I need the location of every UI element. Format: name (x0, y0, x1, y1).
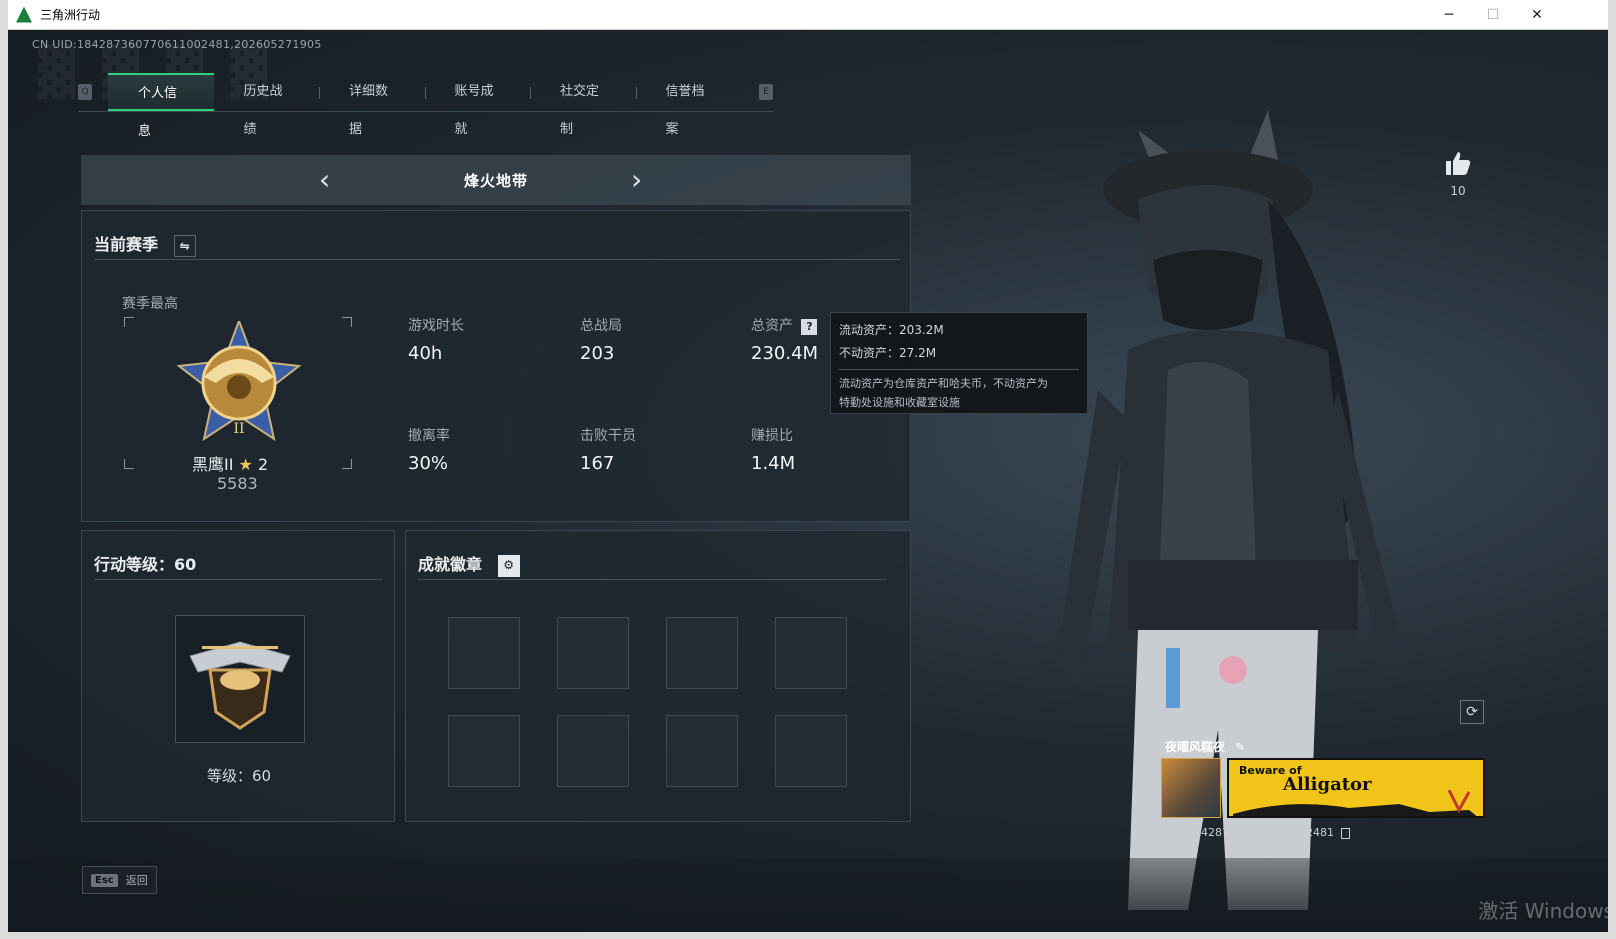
badge-slot[interactable] (775, 715, 847, 787)
stat-label-playtime: 游戏时长 (408, 318, 464, 334)
badges-settings-button[interactable]: ⚙ (497, 554, 520, 577)
tab-match-history[interactable]: 历史战绩 (214, 73, 320, 137)
uid-line: CN UID:1842873607706110024​81,2026052719… (32, 38, 322, 51)
badge-slot[interactable] (666, 617, 738, 689)
badge-slot[interactable] (775, 617, 847, 689)
frame-corner (124, 459, 134, 469)
map-next-button[interactable]: › (631, 163, 642, 196)
badge-slot[interactable] (448, 715, 520, 787)
divider (94, 579, 382, 580)
stat-label-profit-ratio: 赚损比 (751, 428, 793, 444)
divider (418, 579, 886, 580)
stat-label-total-assets: 总资产 ? (751, 315, 818, 335)
game-viewport: ▓ ▓ ▓ ▓ CN UID:1842873607706110024​81,20… (8, 30, 1608, 932)
tab-achievements[interactable]: 账号成就 (424, 73, 531, 137)
tab-detailed-data[interactable]: 详细数据 (319, 73, 425, 137)
season-header: 当前赛季 ⇋ (94, 231, 196, 257)
stat-value-extract-rate: 30% (408, 453, 449, 474)
maximize-button[interactable]: ☐ (1470, 0, 1516, 30)
badges-header: 成就徽章 ⚙ (418, 551, 520, 577)
close-button[interactable]: ✕ (1514, 0, 1560, 30)
helicopter-emblem-icon (189, 641, 291, 730)
season-title: 当前赛季 (94, 235, 159, 254)
player-nickname: 夜曜风糕夜 ✎ (1165, 740, 1246, 754)
stat-label-extract-rate: 撤离率 (408, 428, 450, 444)
stat-value-profit-ratio: 1.4M (751, 453, 796, 474)
rank-name: 黑鹰II (192, 455, 234, 474)
name-card-banner[interactable]: Beware of Alligator (1227, 758, 1485, 818)
esc-key: Esc (91, 873, 118, 887)
rank-points: 5583 (217, 474, 258, 493)
stat-value-kills: 167 (580, 453, 615, 474)
badge-slot[interactable] (557, 715, 629, 787)
help-icon[interactable]: ? (801, 319, 818, 335)
window-titlebar: 三角洲行动 ─ ☐ ✕ (8, 0, 1608, 30)
badge-slot[interactable] (448, 617, 520, 689)
season-switch-button[interactable]: ⇋ (173, 234, 196, 257)
profile-tabs: Q 个人信息 历史战绩 详细数据 账号成就 社交定制 信誉档案 E (78, 72, 773, 139)
tab-social-custom[interactable]: 社交定制 (530, 73, 636, 137)
minimize-button[interactable]: ─ (1426, 0, 1472, 30)
copy-icon[interactable] (1341, 827, 1351, 839)
frame-corner (124, 317, 134, 327)
back-button[interactable]: Esc 返回 (82, 866, 157, 894)
refresh-button[interactable]: ⟳ (1460, 700, 1484, 724)
stat-value-total-assets: 230.4M (751, 343, 819, 364)
bottom-bar (8, 858, 1608, 932)
rank-stars: 2 (257, 455, 269, 474)
likes: 10 (1444, 150, 1472, 198)
map-selector: ‹ 烽火地带 › (81, 155, 911, 205)
likes-count: 10 (1450, 184, 1466, 198)
alligator-icon (1233, 790, 1477, 816)
map-name: 烽火地带 (463, 171, 528, 190)
rank-star-icon: ★ (238, 455, 253, 474)
svg-text:II: II (233, 421, 244, 437)
edit-name-icon[interactable]: ✎ (1235, 740, 1245, 754)
app-logo-icon (16, 6, 32, 23)
map-prev-button[interactable]: ‹ (319, 163, 330, 196)
rank-line: 黑鹰II ★ 2 (192, 451, 268, 475)
stat-label-matches: 总战局 (580, 318, 622, 334)
stat-label-kills: 击败干员 (580, 428, 636, 444)
back-label: 返回 (125, 874, 148, 887)
divider (94, 259, 900, 260)
thumbs-up-icon[interactable] (1444, 150, 1472, 176)
badge-slot[interactable] (666, 715, 738, 787)
frame-corner (342, 317, 352, 327)
badges-panel: 成就徽章 ⚙ (405, 530, 911, 822)
window-title: 三角洲行动 (40, 8, 101, 22)
tab-reputation[interactable]: 信誉档案 (635, 73, 742, 137)
windows-watermark: 激活 Windows (1478, 899, 1608, 923)
action-level-title: 行动等级：60 (94, 555, 197, 574)
tab-next-key[interactable]: E (759, 83, 773, 100)
player-id: 编号18428736077061100248​1 (1165, 824, 1351, 840)
season-panel: 当前赛季 ⇋ 赛季最高 II 黑鹰II ★ 2 5583 游戏时长 40h 总战… (81, 210, 911, 522)
tab-personal-info[interactable]: 个人信息 (108, 72, 214, 139)
tab-prev-key[interactable]: Q (78, 83, 92, 100)
action-level-panel: 行动等级：60 等级：60 (81, 530, 395, 822)
stat-value-playtime: 40h (408, 343, 443, 364)
rank-emblem-icon: II (176, 321, 302, 442)
stat-value-matches: 203 (580, 343, 615, 364)
name-card: 夜曜风糕夜 ✎ Beware of Alligator 编号1842873607… (1161, 736, 1487, 842)
badges-title: 成就徽章 (418, 555, 483, 574)
player-avatar[interactable] (1161, 758, 1221, 818)
level-text: 等级：60 (206, 767, 272, 785)
level-emblem-frame (175, 615, 305, 743)
frame-corner (342, 459, 352, 469)
badge-slot[interactable] (557, 617, 629, 689)
season-best-label: 赛季最高 (122, 296, 178, 312)
